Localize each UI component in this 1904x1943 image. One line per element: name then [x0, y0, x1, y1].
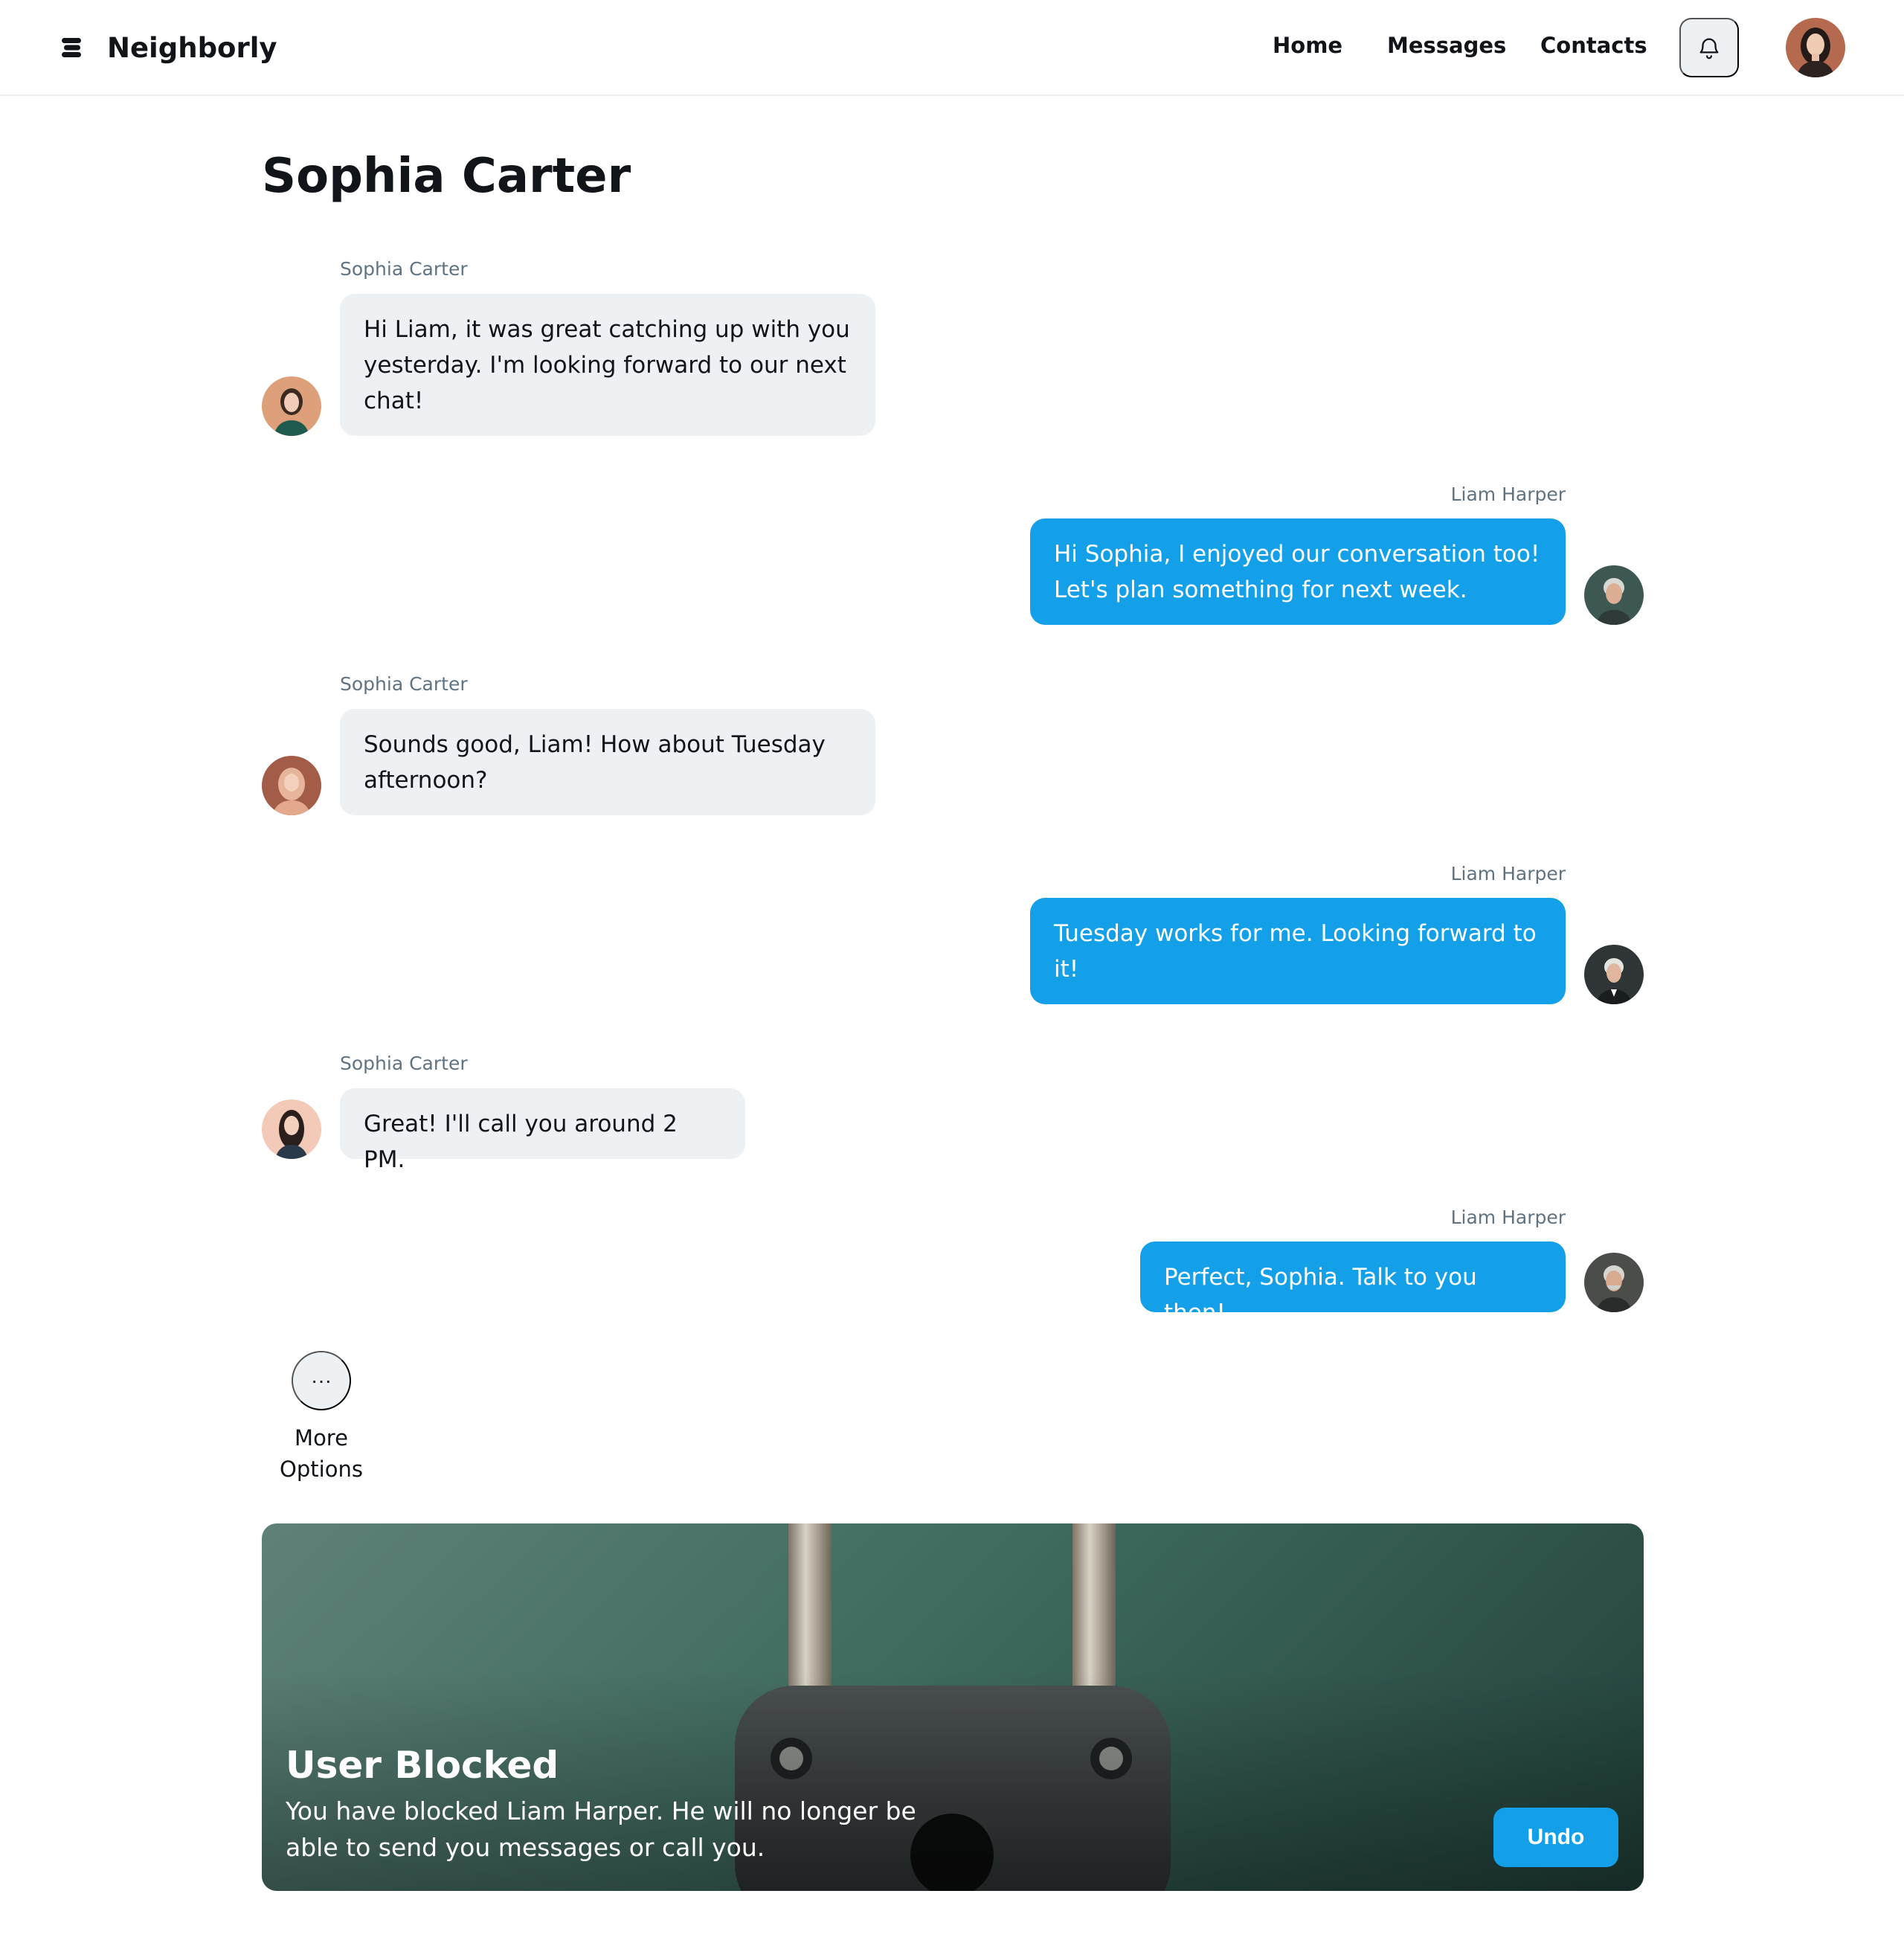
more-options-label: More Options	[280, 1425, 363, 1482]
banner-description: You have blocked Liam Harper. He will no…	[286, 1796, 916, 1862]
message-sender: Liam Harper	[1450, 1207, 1566, 1228]
liam-avatar[interactable]	[1584, 565, 1644, 625]
message-sender: Liam Harper	[1450, 484, 1566, 505]
liam-avatar[interactable]	[1584, 945, 1644, 1004]
user-blocked-banner: User Blocked You have blocked Liam Harpe…	[262, 1523, 1644, 1891]
avatar-woman-long-hair	[262, 1099, 321, 1159]
nav-messages[interactable]: Messages	[1387, 33, 1506, 58]
ellipsis-icon: ···	[311, 1369, 332, 1392]
avatar-man-grey-hair	[1584, 565, 1644, 625]
avatar-woman-headscarf	[262, 756, 321, 815]
message-bubble-incoming[interactable]: Hi Liam, it was great catching up with y…	[340, 294, 875, 436]
logo-icon	[62, 38, 81, 57]
more-options-button[interactable]: ···	[292, 1351, 351, 1410]
sophia-avatar[interactable]	[262, 376, 321, 436]
nav-contacts[interactable]: Contacts	[1540, 33, 1647, 58]
user-avatar[interactable]	[1786, 18, 1845, 77]
avatar-woman-dark-hair	[1786, 18, 1845, 77]
message-sender: Sophia Carter	[340, 258, 468, 280]
message-bubble-incoming[interactable]: Great! I'll call you around 2 PM.	[340, 1088, 745, 1173]
brand[interactable]: Neighborly	[60, 0, 277, 95]
message-bubble-incoming[interactable]: Sounds good, Liam! How about Tuesday aft…	[340, 709, 875, 815]
nav-home[interactable]: Home	[1273, 33, 1342, 58]
message-sender: Sophia Carter	[340, 673, 468, 695]
message-sender: Sophia Carter	[340, 1053, 468, 1074]
message-bubble-outgoing[interactable]: Hi Sophia, I enjoyed our conversation to…	[1030, 518, 1566, 625]
liam-avatar[interactable]	[1584, 1253, 1644, 1312]
bell-icon	[1699, 38, 1719, 60]
sophia-avatar[interactable]	[262, 1099, 321, 1159]
sophia-avatar[interactable]	[262, 756, 321, 815]
banner-title: User Blocked	[286, 1744, 559, 1787]
conversation-title: Sophia Carter	[262, 149, 631, 204]
undo-button[interactable]: Undo	[1493, 1808, 1618, 1867]
message-sender: Liam Harper	[1450, 863, 1566, 884]
avatar-woman-green-top	[262, 376, 321, 436]
notifications-button[interactable]	[1679, 18, 1739, 77]
avatar-man-beard	[1584, 1253, 1644, 1312]
avatar-man-suit	[1584, 945, 1644, 1004]
brand-name: Neighborly	[107, 31, 277, 64]
message-bubble-outgoing[interactable]: Tuesday works for me. Looking forward to…	[1030, 898, 1566, 1004]
top-navigation-bar: Neighborly Home Messages Contacts	[0, 0, 1904, 96]
message-bubble-outgoing[interactable]: Perfect, Sophia. Talk to you then!	[1140, 1242, 1566, 1326]
